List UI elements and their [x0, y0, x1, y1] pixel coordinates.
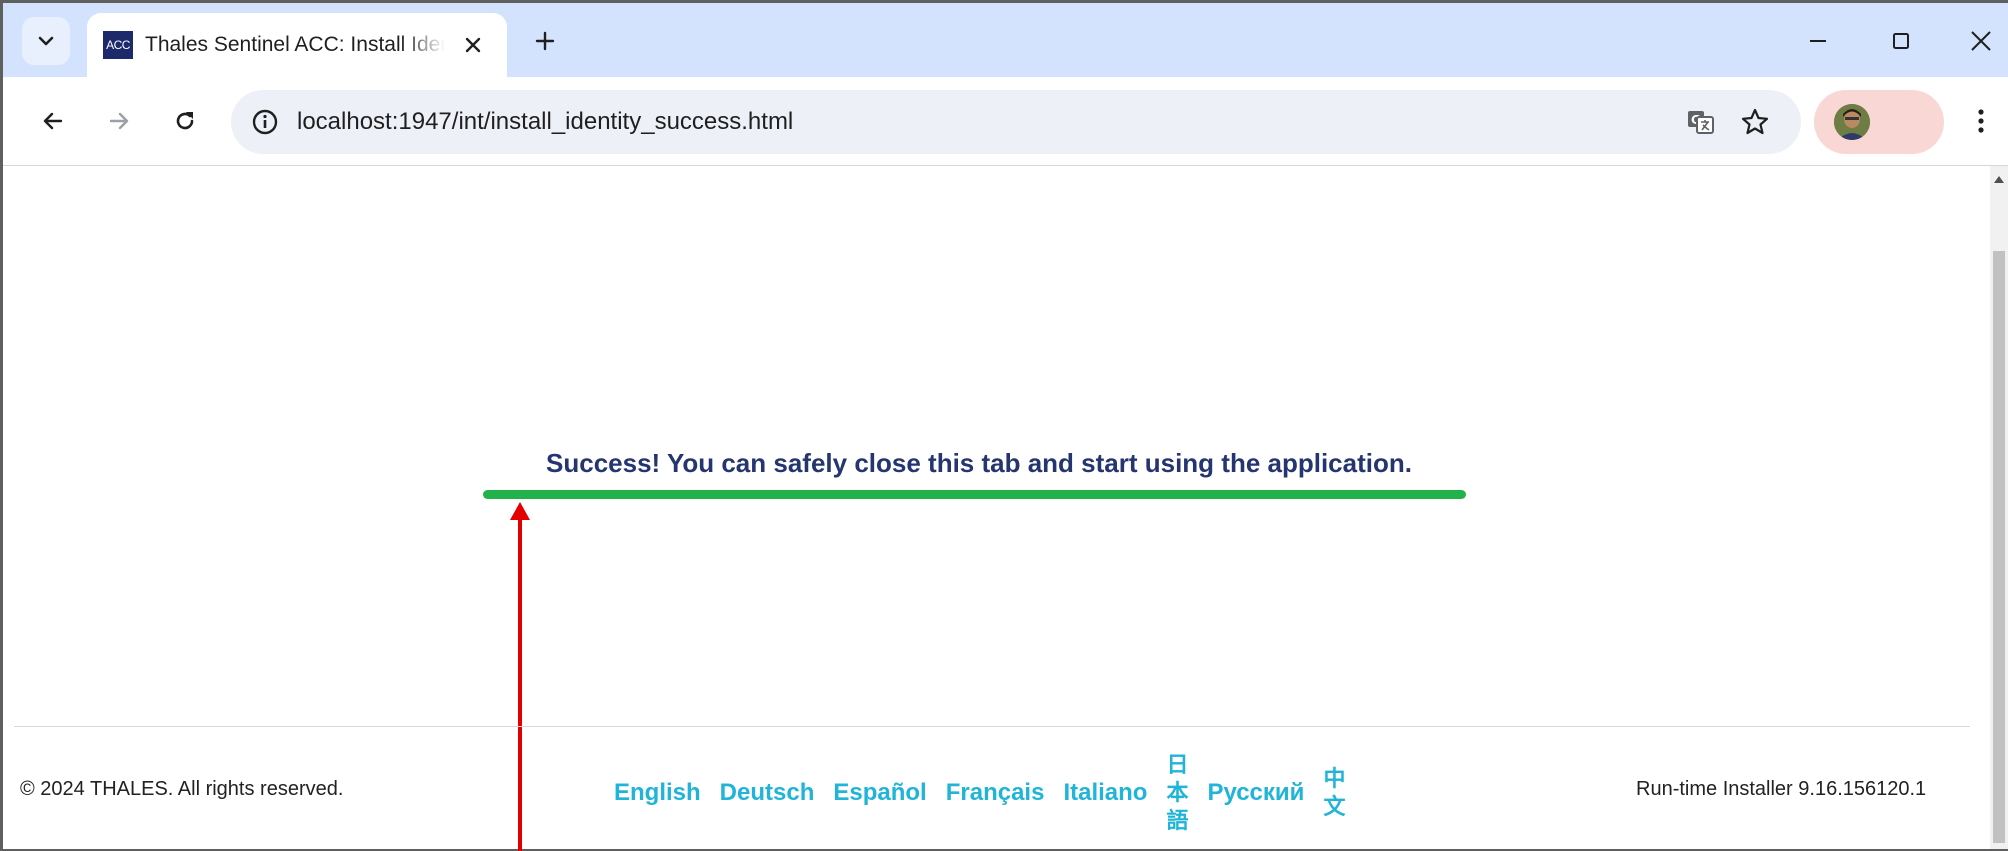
language-link-russian[interactable]: Русский — [1207, 779, 1304, 807]
language-link-english[interactable]: English — [614, 779, 701, 807]
copyright-text: © 2024 THALES. All rights reserved. — [20, 778, 344, 800]
bookmark-button[interactable] — [1737, 104, 1773, 140]
kebab-menu-icon — [1978, 109, 1984, 133]
arrow-left-icon — [43, 112, 63, 130]
language-link-deutsch[interactable]: Deutsch — [720, 779, 815, 807]
close-window-button[interactable] — [1961, 21, 2001, 61]
profile-button[interactable] — [1814, 90, 1944, 154]
plus-icon — [535, 31, 555, 51]
tab-strip: ACC Thales Sentinel ACC: Install Identit… — [3, 3, 2008, 77]
acc-favicon-icon: ACC — [103, 31, 133, 59]
tab-title: Thales Sentinel ACC: Install Identity — [145, 33, 445, 56]
language-link-francais[interactable]: Français — [946, 779, 1045, 807]
site-info-button[interactable] — [249, 106, 281, 138]
close-icon — [465, 37, 481, 53]
star-icon — [1741, 108, 1769, 135]
language-link-espanol[interactable]: Español — [833, 779, 926, 807]
reload-icon — [176, 112, 194, 130]
scroll-thumb[interactable] — [1993, 251, 2005, 843]
footer-divider — [14, 726, 1970, 727]
tab-close-button[interactable] — [457, 29, 489, 61]
browser-toolbar: localhost:1947/int/install_identity_succ… — [3, 77, 2008, 166]
browser-menu-button[interactable] — [1959, 99, 2003, 143]
vertical-scrollbar[interactable] — [1990, 166, 2008, 849]
forward-button[interactable] — [97, 99, 141, 143]
new-tab-button[interactable] — [527, 23, 563, 59]
page-content — [3, 166, 1993, 849]
success-message: Success! You can safely close this tab a… — [546, 448, 1412, 478]
scroll-up-arrow-icon[interactable] — [1994, 176, 2004, 183]
minimize-button[interactable] — [1798, 21, 1838, 61]
maximize-icon — [1893, 33, 1909, 49]
minimize-icon — [1810, 40, 1826, 42]
address-bar[interactable]: localhost:1947/int/install_identity_succ… — [231, 90, 1801, 154]
language-link-italiano[interactable]: Italiano — [1063, 779, 1147, 807]
chevron-down-icon — [38, 36, 54, 46]
arrow-right-icon — [109, 112, 129, 130]
reload-button[interactable] — [163, 99, 207, 143]
language-link-japanese[interactable]: 日本語 — [1166, 751, 1188, 835]
info-icon — [252, 109, 278, 135]
tab-search-button[interactable] — [22, 17, 70, 65]
success-progress-bar — [483, 490, 1466, 499]
annotation-arrow-line — [518, 516, 522, 851]
language-link-chinese[interactable]: 中文 — [1323, 765, 1345, 821]
translate-button[interactable]: G — [1683, 104, 1719, 140]
avatar — [1834, 104, 1870, 140]
version-text: Run-time Installer 9.16.156120.1 — [1636, 778, 1927, 800]
avatar-photo-icon — [1834, 104, 1870, 140]
language-selector: English Deutsch Español Français Italian… — [614, 748, 1364, 838]
maximize-button[interactable] — [1881, 21, 1921, 61]
back-button[interactable] — [31, 99, 75, 143]
active-tab[interactable]: ACC Thales Sentinel ACC: Install Identit… — [87, 13, 507, 77]
url-text[interactable]: localhost:1947/int/install_identity_succ… — [297, 108, 793, 136]
close-icon — [1971, 31, 1991, 51]
translate-icon: G — [1688, 111, 1714, 134]
